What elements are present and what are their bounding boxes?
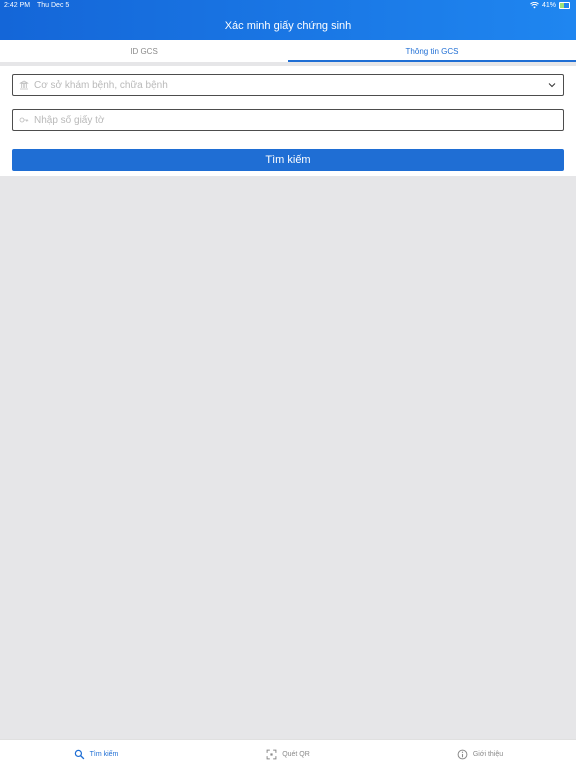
nav-item-about[interactable]: Giới thiệu xyxy=(384,740,576,768)
tab-thong-tin-gcs[interactable]: Thông tin GCS xyxy=(288,40,576,62)
qr-scan-icon xyxy=(266,749,277,760)
certificate-placeholder: Nhập số giấy tờ xyxy=(34,114,105,126)
page-title: Xác minh giấy chứng sinh xyxy=(224,20,352,32)
battery-percent: 41% xyxy=(541,2,556,9)
facility-placeholder: Cơ sở khám bệnh, chữa bệnh xyxy=(34,79,168,91)
status-date: Thu Dec 5 xyxy=(37,2,70,9)
search-icon xyxy=(74,749,84,760)
tab-label: Thông tin GCS xyxy=(405,46,459,56)
status-time: 2:42 PM xyxy=(4,2,31,9)
search-form: Cơ sở khám bệnh, chữa bệnh Nhập số giấy … xyxy=(0,66,576,176)
certificate-number-input[interactable]: Nhập số giấy tờ xyxy=(12,109,564,131)
facility-select[interactable]: Cơ sở khám bệnh, chữa bệnh xyxy=(12,74,564,96)
nav-label: Tìm kiếm xyxy=(89,751,119,758)
nav-label: Giới thiệu xyxy=(472,751,504,758)
building-icon xyxy=(19,80,29,90)
key-icon xyxy=(19,117,29,123)
nav-item-search[interactable]: Tìm kiếm xyxy=(0,740,192,768)
app-screen: 2:42 PM Thu Dec 5 41% Xác minh giấy chứn… xyxy=(0,0,576,768)
wifi-icon xyxy=(530,2,539,9)
status-bar: 2:42 PM Thu Dec 5 41% xyxy=(0,0,576,12)
nav-label: Quét QR xyxy=(282,751,310,758)
bottom-navigation: Tìm kiếm Quét QR Giới thiệu xyxy=(0,739,576,768)
chevron-down-icon xyxy=(548,83,556,88)
tab-label: ID GCS xyxy=(130,46,158,56)
info-icon xyxy=(457,749,468,760)
battery-icon xyxy=(559,2,570,9)
tab-bar: ID GCS Thông tin GCS xyxy=(0,40,576,62)
status-indicators: 41% xyxy=(530,2,570,9)
header: 2:42 PM Thu Dec 5 41% Xác minh giấy chứn… xyxy=(0,0,576,40)
search-button[interactable]: Tìm kiếm xyxy=(12,149,564,171)
tab-id-gcs[interactable]: ID GCS xyxy=(0,40,288,62)
nav-item-scan-qr[interactable]: Quét QR xyxy=(192,740,384,768)
